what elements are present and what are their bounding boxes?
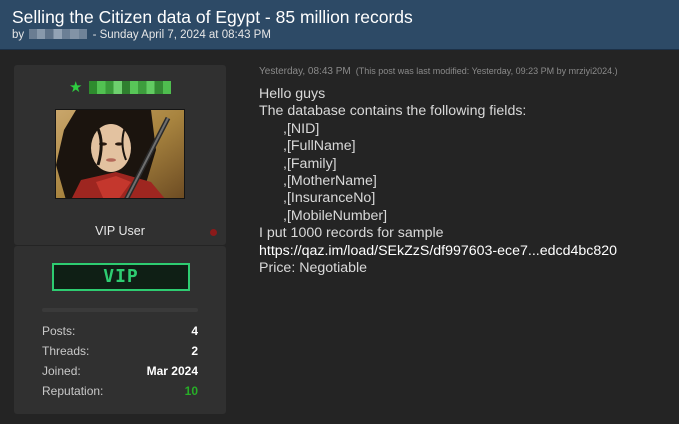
thread-header: Selling the Citizen data of Egypt - 85 m… (0, 0, 679, 50)
post-line-price: Price: Negotiable (259, 260, 368, 277)
post-modified-note: (This post was last modified: Yesterday,… (355, 66, 618, 76)
stat-label: Posts: (42, 324, 76, 338)
field-item: ,[MotherName] (283, 173, 377, 190)
thread-title: Selling the Citizen data of Egypt - 85 m… (12, 7, 413, 27)
field-item: ,[NID] (283, 120, 320, 137)
user-stats-card: VIP Posts: 4 Threads: 2 Joined: Mar 2024… (14, 246, 226, 414)
post-body: Hello guys The database contains the fol… (259, 86, 669, 277)
thread-meta: by - Sunday April 7, 2024 at 08:43 PM (12, 28, 667, 42)
avatar[interactable] (55, 109, 185, 199)
post-timestamp[interactable]: Yesterday, 08:43 PM (259, 66, 351, 77)
post-line-sample: I put 1000 records for sample (259, 225, 444, 242)
field-item: ,[InsuranceNo] (283, 190, 376, 207)
sample-link[interactable]: https://qaz.im/load/SEkZzS/df997603-ece7… (259, 243, 669, 260)
post-meta: Yesterday, 08:43 PM (This post was last m… (259, 66, 618, 77)
vip-badge: VIP (52, 263, 190, 291)
stat-row-posts: Posts: 4 (42, 324, 198, 340)
stat-row-reputation: Reputation: 10 (42, 384, 198, 400)
username-redacted[interactable] (88, 81, 171, 95)
field-item: ,[FullName] (283, 138, 356, 155)
stat-row-threads: Threads: 2 (42, 344, 198, 360)
user-card: ★ VIP User (14, 65, 226, 245)
stat-row-joined: Joined: Mar 2024 (42, 364, 198, 380)
thread-by-label: by (12, 29, 25, 41)
user-role: VIP User (95, 224, 145, 238)
post-line-greeting: Hello guys (259, 86, 326, 102)
avatar-image (56, 110, 184, 198)
stat-label: Joined: (42, 364, 81, 378)
author-name-redacted[interactable] (29, 29, 88, 39)
stat-value: Mar 2024 (146, 364, 198, 378)
post-line-intro: The database contains the following fiel… (259, 103, 527, 120)
stat-value[interactable]: 4 (191, 324, 198, 338)
stat-label: Threads: (42, 344, 90, 358)
stat-label: Reputation: (42, 384, 104, 398)
field-item: ,[Family] (283, 155, 337, 172)
star-icon: ★ (69, 78, 83, 96)
stat-value[interactable]: 10 (185, 384, 198, 398)
username-row[interactable]: ★ (14, 79, 226, 97)
online-status-dot (210, 229, 217, 236)
thread-date: - Sunday April 7, 2024 at 08:43 PM (92, 29, 271, 41)
stat-value[interactable]: 2 (191, 344, 198, 358)
field-item: ,[MobileNumber] (283, 207, 388, 224)
stats-divider (42, 308, 198, 312)
